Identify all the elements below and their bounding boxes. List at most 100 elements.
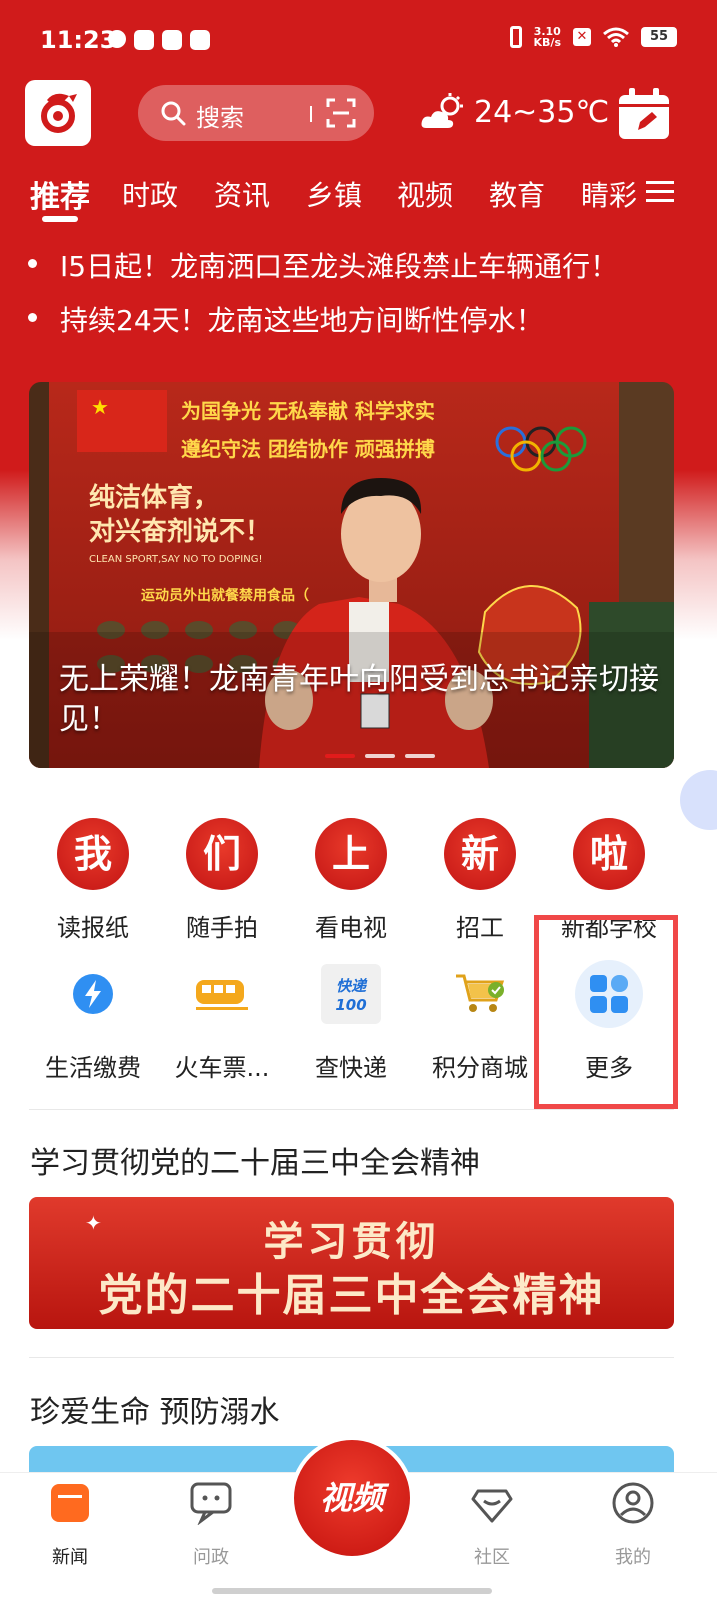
nav-label: 社区 (474, 1547, 510, 1568)
study-section-title[interactable]: 学习贯彻党的二十届三中全会精神 (30, 1138, 480, 1182)
no-sim-icon: ✕ (573, 28, 591, 46)
category-tabs: 推荐 时政 资讯 乡镇 视频 教育 睛彩 (0, 166, 717, 226)
mail-notification-icon (134, 30, 154, 50)
more-highlight-box (534, 915, 678, 1109)
calendar-icon[interactable] (616, 86, 672, 142)
weather-icon (421, 93, 463, 128)
search-icon (161, 101, 186, 126)
tab-news[interactable]: 资讯 (214, 174, 270, 214)
shang-glyph-icon: 上 (315, 818, 387, 890)
divider (29, 1357, 674, 1358)
dragon-logo-icon (41, 93, 77, 133)
headline-item[interactable]: I5日起！龙南洒口至龙头滩段禁止车辆通行！ (28, 245, 618, 299)
scan-icon[interactable] (326, 98, 356, 128)
network-speed: 3.10 KB/s (534, 26, 561, 48)
shortcut-label: 随手拍 (186, 914, 258, 942)
app-notification-icon (108, 30, 126, 48)
shortcut-label: 生活缴费 (45, 1054, 141, 1082)
home-indicator[interactable] (212, 1588, 492, 1594)
floating-assistant-bubble[interactable] (680, 770, 717, 830)
featured-banner[interactable]: ★ 为国争光 无私奉献 科学求实 遵纪守法 团结协作 顽强拼搏 纯洁体育， 对兴… (29, 382, 674, 768)
wo-glyph-icon: 我 (57, 818, 129, 890)
shortcut-label: 积分商城 (432, 1054, 528, 1082)
shortcut-label: 招工 (456, 914, 504, 942)
tab-towns[interactable]: 乡镇 (306, 174, 362, 214)
shortcut-express-tracking[interactable]: 快递100 查快递 (286, 958, 416, 1083)
banner-caption: 无上荣耀！龙南青年叶向阳受到总书记亲切接见！ (59, 662, 659, 737)
xin-glyph-icon: 新 (444, 818, 516, 890)
weather-temperature: 24~35℃ (474, 94, 610, 130)
headline-text: 持续24天！龙南这些地方间断性停水！ (60, 304, 544, 337)
status-bar: 11:23 3.10 KB/s ✕ 55 (0, 0, 717, 80)
app-header: 搜索 24~35℃ (0, 78, 717, 152)
tab-politics[interactable]: 时政 (122, 174, 178, 214)
shortcut-label: 读报纸 (57, 914, 129, 942)
banner-wall-text-3: 纯洁体育， (89, 482, 219, 513)
headline-text: I5日起！龙南洒口至龙头滩段禁止车辆通行！ (60, 250, 619, 283)
carousel-dot (405, 754, 435, 758)
tab-jingcai[interactable]: 睛彩 (581, 174, 637, 214)
status-right: 3.10 KB/s ✕ 55 (509, 26, 677, 48)
search-bar[interactable]: 搜索 (138, 85, 374, 141)
lightning-icon (57, 958, 129, 1030)
video-fab-button[interactable]: 视频 (290, 1436, 414, 1560)
bullet-dot (28, 259, 37, 268)
study-banner-line2: 党的二十届三中全会精神 (98, 1270, 605, 1321)
search-placeholder: 搜索 (196, 104, 244, 132)
community-icon (471, 1489, 513, 1523)
battery-indicator: 55 (641, 27, 677, 47)
nav-label: 问政 (193, 1547, 229, 1568)
profile-icon (612, 1482, 654, 1524)
vibrate-icon (509, 26, 522, 48)
drowning-section-title[interactable]: 珍爱生命 预防溺水 (30, 1387, 280, 1431)
tab-education[interactable]: 教育 (489, 174, 545, 214)
svg-text:★: ★ (91, 395, 109, 419)
nav-label: 我的 (615, 1547, 651, 1568)
headline-ticker: I5日起！龙南洒口至龙头滩段禁止车辆通行！ 持续24天！龙南这些地方间断性停水！ (28, 245, 618, 353)
active-tab-indicator (42, 216, 78, 222)
shortcut-read-newspaper[interactable]: 我 读报纸 (28, 818, 158, 943)
shortcut-points-mall[interactable]: 积分商城 (415, 958, 545, 1083)
nav-label: 新闻 (52, 1547, 88, 1568)
shortcut-snapshot[interactable]: 们 随手拍 (157, 818, 287, 943)
shortcut-label: 看电视 (315, 914, 387, 942)
news-icon (51, 1484, 89, 1522)
menu-icon[interactable] (646, 180, 674, 204)
weather-widget[interactable]: 24~35℃ (420, 92, 609, 132)
carousel-indicator (325, 754, 435, 758)
banner-wall-text-5: CLEAN SPORT,SAY NO TO DOPING! (89, 554, 263, 565)
nav-news[interactable]: 新闻 (20, 1481, 120, 1569)
network-speed-unit: KB/s (533, 36, 561, 49)
express-icon: 快递100 (315, 958, 387, 1030)
express-icon-text: 快递100 (335, 976, 367, 1014)
men-glyph-icon: 们 (186, 818, 258, 890)
shortcut-label: 查快递 (315, 1054, 387, 1082)
nav-inquiry[interactable]: 问政 (161, 1481, 261, 1569)
nav-community[interactable]: 社区 (442, 1481, 542, 1569)
app-logo-icon[interactable] (25, 80, 91, 146)
shortcut-bill-payment[interactable]: 生活缴费 (28, 958, 158, 1083)
tab-video[interactable]: 视频 (397, 174, 453, 214)
banner-wall-text-4: 对兴奋剂说不！ (89, 517, 271, 547)
la-glyph-icon: 啦 (573, 818, 645, 890)
nav-mine[interactable]: 我的 (583, 1481, 683, 1569)
headline-item[interactable]: 持续24天！龙南这些地方间断性停水！ (28, 299, 618, 353)
app-notification-icon (190, 30, 210, 50)
carousel-dot-active (325, 754, 355, 758)
banner-wall-text-2: 遵纪守法 团结协作 顽强拼搏 (181, 437, 435, 461)
shortcut-train-tickets[interactable]: 火车票... (157, 958, 287, 1083)
train-icon (186, 958, 258, 1030)
divider (29, 1109, 674, 1110)
shortcut-recruitment[interactable]: 新 招工 (415, 818, 545, 943)
carousel-dot (365, 754, 395, 758)
status-time: 11:23 (40, 26, 117, 54)
study-banner[interactable]: ✦ 学习贯彻 党的二十届三中全会精神 (29, 1197, 674, 1329)
shortcut-label: 火车票... (174, 1054, 270, 1082)
notification-icons (108, 30, 210, 50)
cart-icon (444, 958, 516, 1030)
banner-wall-text-1: 为国争光 无私奉献 科学求实 (181, 399, 435, 423)
search-divider (310, 106, 312, 122)
tab-recommend[interactable]: 推荐 (30, 172, 90, 216)
app-notification-icon (162, 30, 182, 50)
shortcut-watch-tv[interactable]: 上 看电视 (286, 818, 416, 943)
